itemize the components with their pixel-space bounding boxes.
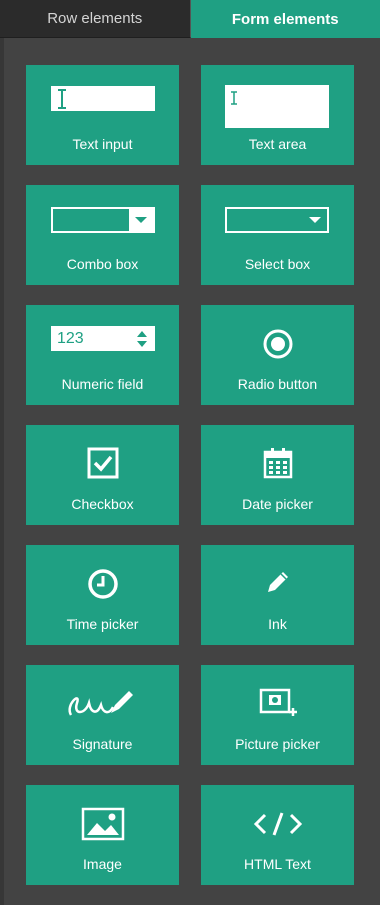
tile-label: Text area [248,136,307,152]
select-box-tile[interactable]: Select box [201,185,354,285]
radio-button-icon [263,329,292,359]
tile-label: Date picker [242,496,313,512]
camera-add-icon [259,688,297,716]
picture-picker-tile[interactable]: Picture picker [201,665,354,765]
signature-icon [67,691,133,716]
image-tile[interactable]: Image [26,785,179,885]
tab-form-elements[interactable]: Form elements [190,0,380,38]
text-input-icon [51,86,155,111]
tile-label: Picture picker [235,736,320,752]
tile-label: Radio button [237,376,318,392]
tile-label: Signature [72,736,133,752]
image-icon [81,807,124,841]
tile-label: Time picker [66,616,139,632]
code-icon [253,812,302,836]
numeric-field-icon: 123 [51,326,155,351]
combo-box-tile[interactable]: Combo box [26,185,179,285]
tile-label: Ink [268,616,287,632]
form-elements-panel: Text input Text area Combo box Select bo… [0,38,380,905]
checkbox-tile[interactable]: Checkbox [26,425,179,525]
time-picker-tile[interactable]: Time picker [26,545,179,645]
element-grid: Text input Text area Combo box Select bo… [4,38,380,885]
calendar-icon [263,448,292,479]
text-input-tile[interactable]: Text input [26,65,179,165]
pencil-icon [267,572,288,592]
select-box-icon [225,207,329,233]
html-text-tile[interactable]: HTML Text [201,785,354,885]
text-area-icon [225,85,329,128]
tile-label: Select box [244,256,311,272]
combo-box-icon [51,207,155,233]
tile-label: Checkbox [71,496,134,512]
tab-bar: Row elements Form elements [0,0,380,38]
tab-row-elements[interactable]: Row elements [0,0,191,38]
tile-label: Text input [72,136,133,152]
ink-tile[interactable]: Ink [201,545,354,645]
clock-icon [87,569,118,599]
signature-tile[interactable]: Signature [26,665,179,765]
text-area-tile[interactable]: Text area [201,65,354,165]
radio-button-tile[interactable]: Radio button [201,305,354,405]
tile-label: HTML Text [244,856,311,872]
checkbox-icon [87,447,118,479]
date-picker-tile[interactable]: Date picker [201,425,354,525]
tile-label: Numeric field [61,376,144,392]
numeric-sample: 123 [57,330,84,347]
numeric-field-tile[interactable]: 123 Numeric field [26,305,179,405]
tile-label: Combo box [66,256,139,272]
tile-label: Image [83,856,122,872]
